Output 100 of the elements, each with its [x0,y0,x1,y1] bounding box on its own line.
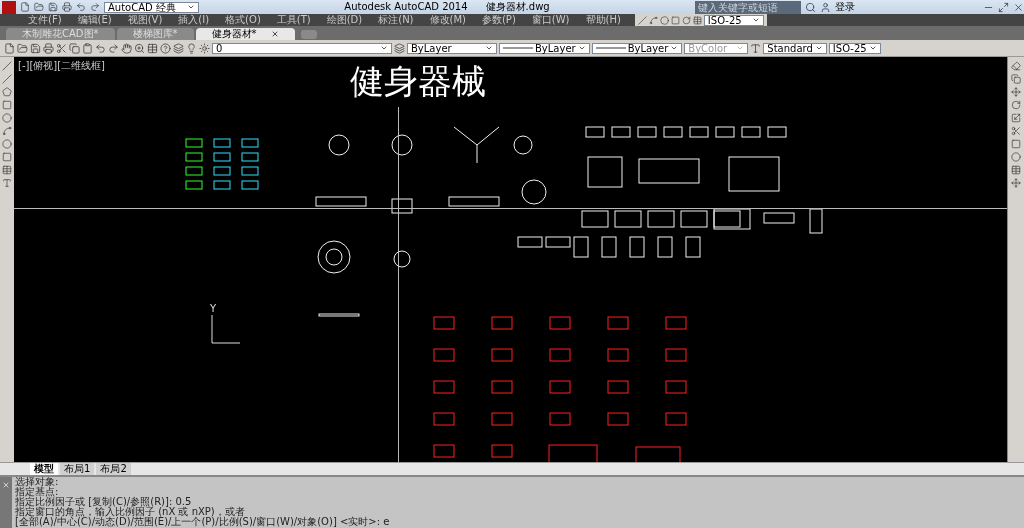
move-icon[interactable] [1011,87,1021,97]
menu-item[interactable]: 帮助(H) [577,14,629,26]
menu-item[interactable]: 参数(P) [473,14,524,26]
sun-icon[interactable] [199,42,210,54]
menu-item[interactable]: 格式(O) [217,14,269,26]
line-icon[interactable] [2,74,12,84]
close-icon[interactable] [1013,1,1024,13]
layout-tab[interactable]: 模型 [30,463,58,475]
layout-tab[interactable]: 布局2 [96,463,131,475]
trim-icon[interactable] [1011,126,1021,136]
close-icon[interactable] [2,481,10,489]
circle-icon[interactable] [2,113,12,123]
menu-item[interactable]: 工具(T) [268,14,319,26]
menu-item[interactable]: 视图(V) [119,14,171,26]
ucs-axis-label: Y [210,303,217,314]
user-icon[interactable] [820,1,831,13]
close-tab-icon[interactable] [270,30,279,38]
menu-item[interactable]: 绘图(D) [318,14,371,26]
command-line: 指定窗口的角点，输入比例因子 (nX 或 nXP)，或者 [15,507,246,517]
line-icon[interactable] [2,61,12,71]
scale-icon[interactable] [1011,113,1021,123]
drawing-canvas[interactable]: [-][俯视][二维线框] 健身器械 Y [14,57,1007,462]
polygon-icon[interactable] [2,87,12,97]
dimension-tool-icon[interactable] [692,15,702,25]
document-tab[interactable]: 健身器材* [195,28,295,40]
move-icon[interactable] [1011,178,1021,188]
table-icon[interactable] [1011,165,1021,175]
workspace-dropdown[interactable]: AutoCAD 经典 [104,1,199,13]
command-line: 指定基点: [15,487,60,497]
copy-icon[interactable] [69,42,80,54]
caret-icon [736,44,745,52]
new-file-icon[interactable] [4,42,15,54]
table-icon[interactable] [2,165,12,175]
command-line: 指定比例因子或 [复制(C)/参照(R)]: 0.5 [15,497,193,507]
layer-dropdown[interactable]: 0 [212,42,392,54]
ucs-axis-icon [211,314,241,344]
redo-icon[interactable] [108,42,119,54]
caret-icon [751,16,760,24]
menu-item[interactable]: 编辑(E) [69,14,120,26]
line-sample-icon [595,47,626,49]
text-style-icon[interactable] [750,42,762,54]
menu-item[interactable]: 文件(F) [20,14,70,26]
print-icon[interactable] [43,42,54,54]
dimension-tool-icon[interactable] [637,15,647,25]
menu-item[interactable]: 窗口(W) [523,14,578,26]
table-icon[interactable] [147,42,158,54]
window-title: Autodesk AutoCAD 2014 [344,2,468,12]
cut-icon[interactable] [56,42,67,54]
dim-style-dropdown[interactable]: ISO-25 [703,14,764,26]
app-logo-icon[interactable] [2,0,16,14]
print-icon[interactable] [62,2,72,12]
undo-icon[interactable] [76,2,86,12]
dimension-tool-icon[interactable] [648,15,658,25]
rectangle-icon[interactable] [1011,139,1021,149]
rotate-icon[interactable] [1011,100,1021,110]
paste-icon[interactable] [82,42,93,54]
color-dropdown[interactable]: ByLayer [407,42,497,54]
caret-icon [670,44,679,52]
text-icon[interactable] [2,178,12,188]
undo-icon[interactable] [95,42,106,54]
help-icon[interactable] [160,42,171,54]
lightbulb-icon[interactable] [186,42,197,54]
new-file-icon[interactable] [20,2,30,12]
command-line: [全部(A)/中心(C)/动态(D)/范围(E)/上一个(P)/比例(S)/窗口(W)/对象(O)] <实时>: e [15,517,390,527]
text-style-dropdown[interactable]: Standard [763,42,827,54]
sign-in-link[interactable]: 登录 [835,2,855,12]
circle-icon[interactable] [1011,152,1021,162]
copy-icon[interactable] [1011,74,1021,84]
eraser-icon[interactable] [1011,61,1021,71]
lineweight-dropdown[interactable]: ByLayer [591,42,683,54]
layers-icon[interactable] [173,42,184,54]
save-icon[interactable] [48,2,58,12]
spline-icon[interactable] [2,126,12,136]
caret-icon [577,44,586,52]
dimension-tool-icon[interactable] [681,15,691,25]
layers-icon[interactable] [394,42,405,54]
zoom-icon[interactable] [134,42,145,54]
caret-icon [814,44,823,52]
menu-item[interactable]: 修改(M) [421,14,474,26]
redo-icon[interactable] [90,2,100,12]
save-icon[interactable] [30,42,41,54]
viewport-label[interactable]: [-][俯视][二维线框] [18,59,106,73]
menu-item[interactable]: 插入(I) [170,14,218,26]
rectangle-icon[interactable] [2,100,12,110]
folder-icon[interactable] [34,2,44,12]
pan-icon[interactable] [121,42,132,54]
caret-icon [868,44,877,52]
folder-icon[interactable] [17,42,28,54]
search-field[interactable]: 键入关键字或短语 [695,0,801,14]
menu-item[interactable]: 标注(N) [370,14,422,26]
layout-tab[interactable]: 布局1 [60,463,95,475]
linetype-dropdown[interactable]: ByLayer [499,42,590,54]
drawing-title: 健身器械 [350,60,486,103]
dim-style-dropdown[interactable]: ISO-25 [828,42,881,54]
line-sample-icon [503,47,533,49]
caret-icon [380,44,388,52]
caret-icon [485,44,493,52]
caret-icon [187,3,195,11]
maximize-icon[interactable] [998,1,1009,13]
search-icon[interactable] [805,1,816,13]
